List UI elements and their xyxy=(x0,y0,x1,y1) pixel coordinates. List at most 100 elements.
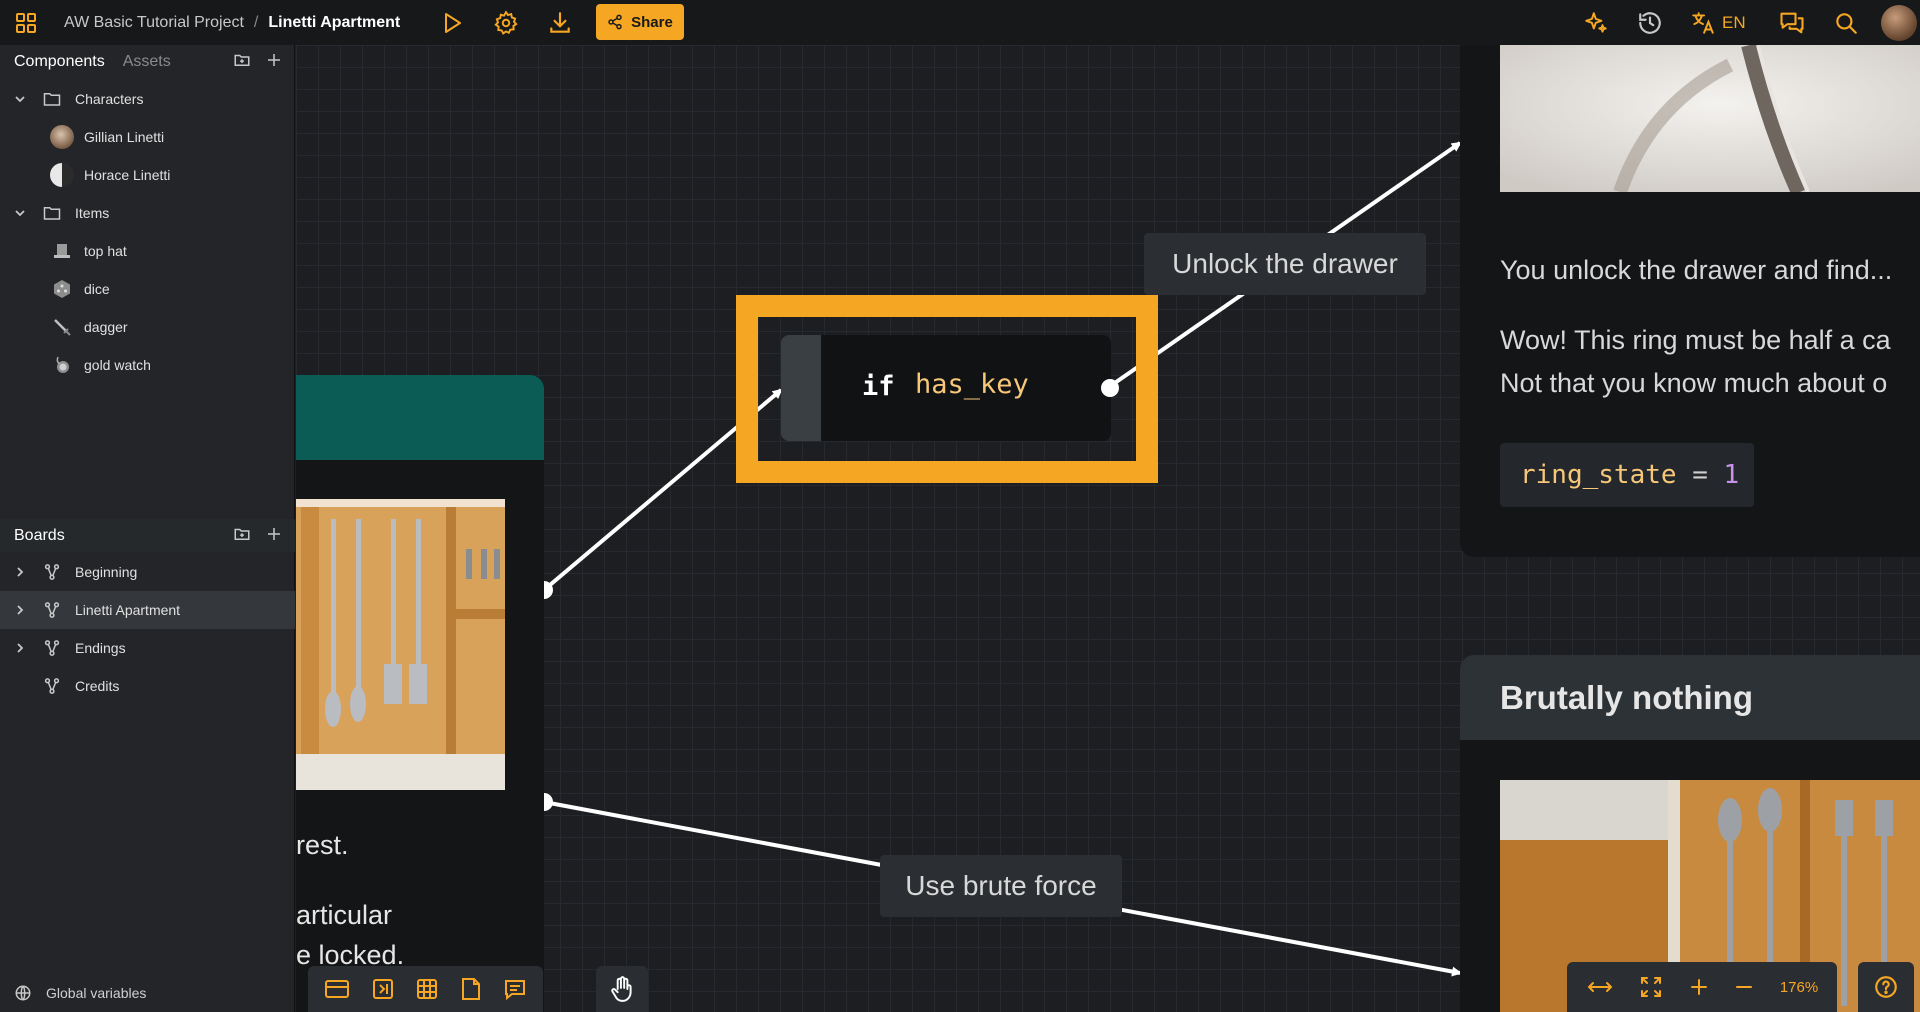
board-item-endings[interactable]: Endings xyxy=(0,629,295,667)
condition-variable: has_key xyxy=(915,369,1029,400)
zoom-out-icon[interactable] xyxy=(1734,977,1754,997)
add-note-node-icon[interactable] xyxy=(460,977,482,1001)
zoom-controls: 176% xyxy=(1567,962,1837,1012)
card-text-line: Wow! This ring must be half a ca xyxy=(1500,325,1891,355)
zoom-level[interactable]: 176% xyxy=(1780,979,1818,996)
settings-gear-icon[interactable] xyxy=(490,7,522,39)
assignment-variable: ring_state xyxy=(1520,460,1677,490)
add-table-node-icon[interactable] xyxy=(415,977,439,1001)
board-icon xyxy=(43,639,61,657)
top-bar: AW Basic Tutorial Project / Linetti Apar… xyxy=(0,0,1920,45)
folder-label: Characters xyxy=(75,91,144,107)
board-label: Linetti Apartment xyxy=(75,602,181,618)
component-item-gold-watch[interactable]: gold watch xyxy=(0,346,295,384)
card-title: Brutally nothing xyxy=(1460,655,1920,740)
card-text-line: Not that you know much about o xyxy=(1500,368,1888,398)
search-icon[interactable] xyxy=(1830,7,1862,39)
card-text-line: rest. xyxy=(296,830,349,860)
ring-image xyxy=(1500,45,1920,196)
condition-output-port[interactable] xyxy=(1099,377,1121,399)
condition-drag-handle[interactable] xyxy=(781,335,821,441)
scene-card-left[interactable]: rest. articular e locked. xyxy=(296,375,544,1012)
component-item-gillian-linetti[interactable]: Gillian Linetti xyxy=(0,118,295,156)
language-selector[interactable]: EN xyxy=(1690,7,1746,39)
add-jump-node-icon[interactable] xyxy=(371,977,395,1001)
add-card-node-icon[interactable] xyxy=(324,978,350,1000)
cutlery-drawer-image xyxy=(296,499,505,790)
board-item-linetti-apartment[interactable]: Linetti Apartment xyxy=(0,591,295,629)
pan-tool-button[interactable] xyxy=(596,966,648,1012)
condition-node[interactable]: if has_key xyxy=(781,335,1111,441)
translate-icon xyxy=(1692,12,1714,34)
condition-keyword: if xyxy=(862,371,895,402)
play-icon[interactable] xyxy=(436,7,468,39)
chevron-down-icon[interactable] xyxy=(13,207,27,219)
global-variables-button[interactable]: Global variables xyxy=(0,974,295,1012)
top-hat-icon xyxy=(50,239,74,263)
fit-width-icon[interactable] xyxy=(1586,977,1614,997)
new-folder-icon[interactable] xyxy=(233,51,251,69)
scene-card-unlock[interactable]: You unlock the drawer and find... Wow! T… xyxy=(1460,45,1920,557)
folder-items[interactable]: Items xyxy=(0,194,295,232)
folder-label: Items xyxy=(75,205,110,221)
components-panel-header: Components Assets xyxy=(0,45,295,78)
chevron-right-icon[interactable] xyxy=(13,604,27,616)
assignment-operator: = xyxy=(1676,460,1724,490)
user-avatar[interactable] xyxy=(1881,5,1917,41)
ai-sparkle-icon[interactable] xyxy=(1580,7,1612,39)
connector-label-unlock[interactable]: Unlock the drawer xyxy=(1144,233,1426,295)
board-item-credits[interactable]: Credits xyxy=(0,667,295,705)
folder-icon xyxy=(43,205,61,221)
assignment-value: 1 xyxy=(1723,460,1740,490)
board-canvas[interactable]: rest. articular e locked. if has_key Unl… xyxy=(296,45,1920,1012)
component-item-horace-linetti[interactable]: Horace Linetti xyxy=(0,156,295,194)
board-item-beginning[interactable]: Beginning xyxy=(0,553,295,591)
share-button[interactable]: Share xyxy=(596,4,684,40)
folder-characters[interactable]: Characters xyxy=(0,80,295,118)
language-code: EN xyxy=(1722,13,1746,32)
board-icon xyxy=(43,563,61,581)
boards-panel-header: Boards xyxy=(0,519,295,552)
card-text-line: articular xyxy=(296,900,393,930)
component-label: dice xyxy=(84,281,110,297)
zoom-in-icon[interactable] xyxy=(1689,977,1709,997)
chevron-right-icon[interactable] xyxy=(13,566,27,578)
board-label: Beginning xyxy=(75,564,138,580)
global-variables-label: Global variables xyxy=(46,985,147,1001)
component-item-top-hat[interactable]: top hat xyxy=(0,232,295,270)
component-item-dagger[interactable]: dagger xyxy=(0,308,295,346)
add-board-icon[interactable] xyxy=(265,525,283,543)
comments-icon[interactable] xyxy=(1776,7,1808,39)
help-button[interactable] xyxy=(1858,962,1914,1012)
download-icon[interactable] xyxy=(544,7,576,39)
chevron-down-icon[interactable] xyxy=(13,93,27,105)
sidebar: Components Assets Characters Gillian Lin… xyxy=(0,45,295,1012)
component-item-dice[interactable]: dice xyxy=(0,270,295,308)
tab-components[interactable]: Components xyxy=(14,53,105,71)
board-label: Endings xyxy=(75,640,126,656)
breadcrumb: AW Basic Tutorial Project / Linetti Apar… xyxy=(64,0,400,45)
add-component-icon[interactable] xyxy=(265,51,283,69)
breadcrumb-separator: / xyxy=(253,13,259,31)
add-comment-node-icon[interactable] xyxy=(503,977,527,1001)
variable-assignment-block[interactable]: ring_state = 1 xyxy=(1500,443,1754,507)
apps-grid-icon[interactable] xyxy=(10,7,42,39)
folder-icon xyxy=(43,91,61,107)
connector-label-brute-force[interactable]: Use brute force xyxy=(880,855,1122,917)
component-label: top hat xyxy=(84,243,127,259)
chevron-right-icon[interactable] xyxy=(13,642,27,654)
tab-assets[interactable]: Assets xyxy=(123,53,171,71)
scene-card-brutally-nothing[interactable]: Brutally nothing xyxy=(1460,655,1920,1012)
breadcrumb-project[interactable]: AW Basic Tutorial Project xyxy=(64,14,244,32)
pocket-watch-icon xyxy=(50,353,74,377)
board-label: Credits xyxy=(75,678,120,694)
fit-screen-icon[interactable] xyxy=(1639,975,1663,999)
card-header xyxy=(296,375,544,460)
new-folder-icon[interactable] xyxy=(233,525,251,543)
history-icon[interactable] xyxy=(1634,7,1666,39)
board-icon xyxy=(43,677,61,695)
component-label: dagger xyxy=(84,319,128,335)
component-label: Gillian Linetti xyxy=(84,129,165,145)
character-avatar xyxy=(50,125,74,149)
node-toolbar xyxy=(308,966,543,1012)
